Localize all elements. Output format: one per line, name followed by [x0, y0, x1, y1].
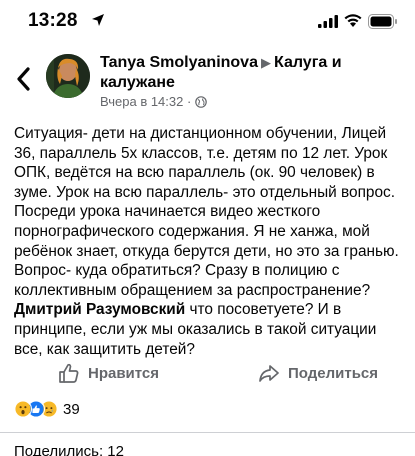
thumbs-up-icon [59, 363, 79, 383]
reaction-count: 39 [63, 400, 80, 418]
status-bar: 13:28 [0, 0, 415, 44]
post-title: Tanya Smolyaninova ▶ Калуга и калужане [100, 53, 400, 93]
group-arrow: ▶ [260, 55, 271, 70]
like-label: Нравится [88, 364, 160, 382]
share-label: Поделиться [288, 364, 379, 382]
share-arrow-icon [259, 365, 279, 382]
post-timestamp[interactable]: Вчера в 14:32 · [100, 94, 191, 109]
back-arrow-icon[interactable] [12, 64, 36, 94]
globe-icon [195, 95, 208, 108]
post-body: Ситуация- дети на дистанционном обучении… [14, 124, 406, 359]
author-name[interactable]: Tanya Smolyaninova [100, 54, 258, 71]
location-arrow-icon [92, 14, 104, 26]
share-button[interactable]: Поделиться [258, 362, 378, 384]
shares-count[interactable]: Поделились: 12 [14, 443, 124, 456]
post-paragraph-2: Вопрос- куда обратиться? Сразу в полицию… [14, 262, 371, 299]
post-actions: Нравится Поделиться [0, 358, 415, 388]
like-button[interactable]: Нравится [58, 362, 159, 384]
post-header: Tanya Smolyaninova ▶ Калуга и калужане Вче… [0, 44, 415, 118]
mention-link[interactable]: Дмитрий Разумовский [14, 301, 185, 318]
post-paragraph-1: Ситуация- дети на дистанционном обучении… [14, 125, 399, 260]
reactions-summary[interactable]: 39 [14, 400, 80, 418]
divider [0, 432, 415, 433]
status-time: 13:28 [28, 10, 78, 31]
wow-reaction-icon [14, 400, 32, 418]
post-meta: Вчера в 14:32 · [100, 94, 208, 109]
battery-icon [368, 14, 397, 29]
cellular-signal-icon [318, 15, 338, 28]
avatar-image [46, 54, 90, 98]
post-paragraph-3: Дмитрий Разумовский что посоветуете? И в… [14, 300, 406, 359]
wifi-icon [344, 14, 362, 27]
avatar[interactable] [46, 54, 90, 98]
